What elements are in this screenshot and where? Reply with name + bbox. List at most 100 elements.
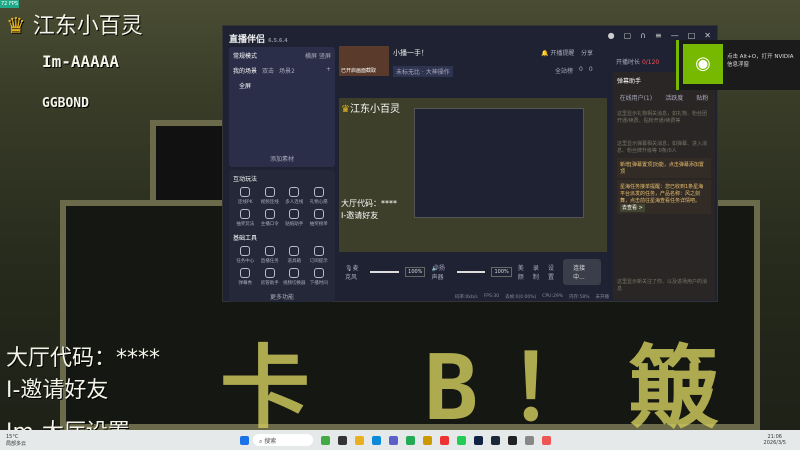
tool-item[interactable]: 抽奖玩法 — [233, 209, 258, 227]
tool-item[interactable]: 抽奖榜单 — [307, 209, 332, 227]
scene-tab[interactable]: 我的场景 — [233, 66, 257, 75]
app-icon[interactable] — [474, 435, 483, 445]
share-button[interactable]: 分享 — [581, 48, 593, 57]
tool-item[interactable]: 视频切换器 — [282, 268, 307, 286]
tool-item[interactable]: 多人连线 — [282, 187, 307, 205]
app-icon[interactable] — [508, 435, 517, 445]
tool-item[interactable]: 道具箱 — [282, 246, 307, 264]
view-task-button[interactable]: 去查看 > — [620, 204, 645, 212]
app-icon[interactable] — [423, 435, 432, 445]
weather-widget[interactable]: 15°C 局部多云 — [6, 434, 26, 447]
add-scene-icon[interactable]: + — [326, 66, 331, 75]
headset-icon[interactable]: ∩ — [640, 31, 646, 40]
tools-title: 基础工具 — [233, 235, 258, 242]
tool-item[interactable]: 任务中心 — [233, 246, 258, 264]
minimize-button[interactable]: — — [671, 31, 679, 40]
app-icon[interactable] — [338, 435, 347, 445]
mic-slider[interactable] — [370, 271, 400, 273]
status-item: 未开播 — [595, 295, 610, 300]
stream-tags[interactable]: 未标无比 · 大神操作 — [393, 66, 453, 77]
tool-item[interactable]: 订阅提示 — [307, 246, 332, 264]
app-icon[interactable] — [321, 435, 330, 445]
portrait-option[interactable]: 竖屏 — [319, 53, 331, 60]
rank-link[interactable]: 全站榜 — [555, 66, 573, 75]
tool-icon — [240, 268, 251, 278]
tool-item[interactable]: 视频连线 — [258, 187, 283, 205]
app-logo: 直播伴侣 6.5.6.4 — [229, 32, 288, 45]
mic-control[interactable]: 🎙麦克风 — [345, 263, 364, 281]
hearts-count: 0 — [588, 66, 593, 73]
tool-icon — [240, 209, 251, 219]
speaker-control[interactable]: 🔊扬声器 — [431, 263, 450, 281]
cover-image[interactable]: 已开启画面截取 — [339, 46, 389, 76]
maximize-button[interactable]: □ — [688, 31, 696, 40]
start-icon[interactable] — [240, 435, 249, 445]
unread-badge: 0条/0人 — [658, 148, 677, 154]
edge-icon[interactable] — [372, 435, 381, 445]
add-source-button[interactable]: 添加素材 — [229, 154, 335, 163]
tip-task: 星海任务接单提醒：您已收到1条星海平台派发的任务，产品名称：风之剑舞，点击前往星… — [617, 180, 711, 214]
speaker-slider[interactable] — [456, 271, 486, 273]
folder-icon[interactable] — [355, 435, 364, 445]
tool-item[interactable]: 连线PK — [233, 187, 258, 205]
message-icon[interactable]: ▢ — [624, 31, 632, 40]
crown-icon: ♛ — [6, 14, 26, 39]
close-button[interactable]: ✕ — [704, 31, 711, 40]
window-controls: ● ▢ ∩ ≡ — □ ✕ — [608, 31, 711, 40]
fps-counter: 72 FPS — [0, 0, 20, 8]
weather-text: 局部多云 — [6, 440, 27, 447]
search-input[interactable]: ⌕ 搜索 — [253, 434, 313, 446]
date: 2026/3/5 — [763, 440, 786, 446]
nvidia-notification[interactable]: ◉ 点击 Alt+O，打开 NVIDIA 信息浮窗 — [676, 40, 800, 90]
beauty-button[interactable]: 美颜 — [518, 263, 527, 281]
tool-icon — [264, 209, 275, 219]
invite-text: I-邀请好友 — [6, 378, 109, 403]
temperature: 15°C — [6, 433, 19, 440]
mic-volume[interactable]: 100% — [405, 267, 426, 277]
notice-button[interactable]: 🔔 开播提醒 — [541, 48, 574, 57]
scene-tab[interactable]: 场景2 — [279, 66, 295, 75]
tool-icon — [313, 187, 324, 197]
overlay-title: ♛ 江东小百灵 — [6, 8, 143, 40]
tool-item[interactable]: 直播任务 — [258, 246, 283, 264]
netease-icon[interactable] — [440, 435, 449, 445]
tab-fans[interactable]: 贴粉 — [696, 93, 708, 102]
speaker-volume[interactable]: 100% — [491, 267, 512, 277]
tab-online-users[interactable]: 在线用户(1) — [620, 93, 653, 102]
record-button[interactable]: 录制 — [533, 263, 542, 281]
tool-item[interactable]: 贴纸助手 — [282, 209, 307, 227]
menu-icon[interactable]: ≡ — [655, 31, 662, 40]
tool-label: 多人连线 — [285, 200, 304, 205]
stream-title[interactable]: 小播一手！ — [393, 48, 428, 58]
tool-item[interactable]: 礼物心愿 — [307, 187, 332, 205]
tool-icon — [313, 268, 324, 278]
settings-button[interactable]: 设置 — [548, 263, 557, 281]
scene-tab[interactable]: 双击 — [262, 66, 274, 75]
tip-task-text: 星海任务接单提醒：您已收到1条星海平台派发的任务，产品名称：风之剑舞，点击前往星… — [620, 184, 704, 204]
tool-item[interactable]: 弹幕秀 — [233, 268, 258, 286]
tool-item[interactable]: 房管助手 — [258, 268, 283, 286]
wechat-icon[interactable] — [457, 435, 466, 445]
teams-icon[interactable] — [389, 435, 398, 445]
app-icon[interactable] — [406, 435, 415, 445]
stream-preview[interactable]: ♛江东小百灵 大厅代码：**** I-邀请好友 — [339, 98, 607, 252]
tool-label: 视频连线 — [260, 200, 279, 205]
tab-activity[interactable]: 活跃度 — [665, 93, 683, 102]
settings-icon[interactable] — [525, 435, 534, 445]
live-companion-icon[interactable] — [542, 435, 551, 445]
mode-select[interactable]: 常规模式 — [233, 51, 257, 60]
go-live-button[interactable]: 连接中... — [563, 259, 602, 285]
tool-item[interactable]: 主播口令 — [258, 209, 283, 227]
landscape-option[interactable]: 横屏 — [305, 53, 317, 60]
steam-icon[interactable] — [491, 435, 500, 445]
scene-item[interactable]: 全屏 — [229, 77, 335, 94]
tool-label: 连线PK — [237, 200, 253, 205]
status-bar: 码率:0kb/s FPS:30 丢帧:0(0.00%) CPU:29% 内存:58% 未开… — [455, 294, 609, 300]
status-item: 内存:58% — [568, 295, 590, 300]
notice-label: 开播提醒 — [550, 50, 575, 57]
more-features-button[interactable]: 更多功能 — [229, 286, 335, 301]
tool-item[interactable]: 下播时间 — [307, 268, 332, 286]
clock[interactable]: 21:06 2026/3/5 — [764, 434, 786, 446]
nested-preview — [414, 108, 584, 218]
avatar[interactable]: ● — [608, 31, 615, 40]
